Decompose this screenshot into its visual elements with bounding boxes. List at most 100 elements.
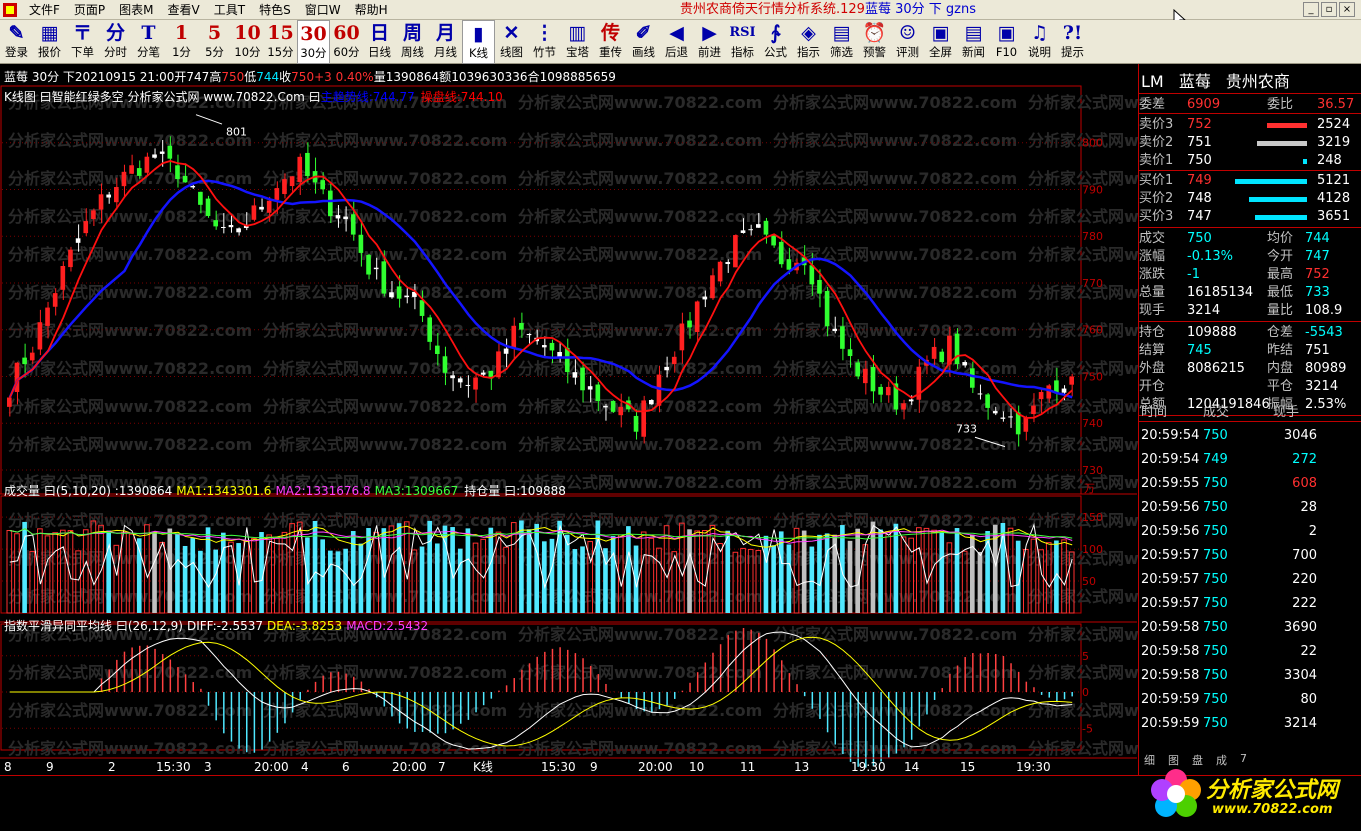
toolbar-bamboo-button[interactable]: ⋮ 竹节 <box>528 20 561 64</box>
toolbar-monthly-button[interactable]: 月月线 <box>429 20 462 64</box>
menu-item[interactable]: 查看V <box>161 0 207 20</box>
menu-item[interactable]: 特色S <box>252 0 298 20</box>
stat-row: 持仓 109888 仓差 -5543 <box>1139 324 1361 342</box>
toolbar-f10-button[interactable]: ▣ F10 <box>990 20 1023 64</box>
toolbar-label: 提示 <box>1061 45 1084 59</box>
menu-item[interactable]: 窗口W <box>298 0 348 20</box>
bid-row[interactable]: 买价1 749 5121 <box>1139 172 1361 190</box>
x-axis-label: 15:30 <box>541 760 576 774</box>
toolbar-tick-button[interactable]: T 分笔 <box>132 20 165 64</box>
restore-button[interactable]: ▫ <box>1321 2 1337 17</box>
app-logo-icon <box>3 3 17 17</box>
volume-bar <box>526 529 532 613</box>
toolbar-tips-button[interactable]: ?! 提示 <box>1056 20 1089 64</box>
toolbar-indicator-button[interactable]: RSI 指标 <box>726 20 759 64</box>
menu-item[interactable]: 页面P <box>67 0 112 20</box>
toolbar-intraday-button[interactable]: 分分时 <box>99 20 132 64</box>
watermark-text: 分析家公式网www.70822.com <box>263 207 507 226</box>
candle <box>954 328 960 369</box>
x-axis-label: 20:00 <box>392 760 427 774</box>
volume-bar <box>954 528 960 613</box>
volume-bar <box>335 551 341 613</box>
watermark-text: 分析家公式网www.70822.com <box>8 511 252 530</box>
chart-area[interactable]: 蓝莓 30分 下20210915 21:00开747高750低744收750+3… <box>0 64 1138 775</box>
book-volume: 3651 <box>1317 209 1351 224</box>
bid-row[interactable]: 买价2 748 4128 <box>1139 190 1361 208</box>
menu-item[interactable]: 工具T <box>207 0 252 20</box>
candle <box>511 317 517 359</box>
toolbar-alert-button[interactable]: ⏰ 预警 <box>858 20 891 64</box>
watermark-text: 分析家公式网www.70822.com <box>8 435 252 454</box>
watermark-text: 分析家公式网www.70822.com <box>518 283 762 302</box>
macd-y-tick: -5 <box>1082 722 1093 735</box>
toolbar-daily-button[interactable]: 日日线 <box>363 20 396 64</box>
toolbar-forward-button[interactable]: ▶ 前进 <box>693 20 726 64</box>
watermark-text: 分析家公式网www.70822.com <box>263 131 507 150</box>
logo-url: www.70822.com <box>1212 802 1333 817</box>
tick-volume: 80 <box>1300 692 1317 707</box>
close-button[interactable]: × <box>1339 2 1355 17</box>
bid-row[interactable]: 买价3 747 3651 <box>1139 208 1361 226</box>
toolbar-back-button[interactable]: ◀ 后退 <box>660 20 693 64</box>
toolbar-15min-button[interactable]: 15 15分 <box>264 20 297 64</box>
toolbar-line-chart-button[interactable]: ✕ 线图 <box>495 20 528 64</box>
toolbar-label: 重传 <box>599 45 622 59</box>
toolbar-label: 分笔 <box>137 45 160 59</box>
watermark-text: 分析家公式网www.70822.com <box>1028 663 1138 682</box>
toolbar-manual-button[interactable]: ♫ 说明 <box>1023 20 1056 64</box>
toolbar-formula-button[interactable]: ∱ 公式 <box>759 20 792 64</box>
site-logo: 分析家公式网 www.70822.com <box>1148 760 1348 824</box>
toolbar-order-button[interactable]: 〒下单 <box>66 20 99 64</box>
back-icon: ◀ <box>669 22 684 44</box>
volume-bar <box>419 546 425 613</box>
f10-icon: ▣ <box>997 22 1016 44</box>
x-axis-label: 3 <box>204 760 212 774</box>
candle <box>106 191 111 204</box>
stat-label: 内盘 <box>1267 361 1294 376</box>
toolbar-evaluate-button[interactable]: ☺ 评测 <box>891 20 924 64</box>
watermark-text: 分析家公式网www.70822.com <box>263 321 507 340</box>
stat-value: 3214 <box>1305 379 1339 394</box>
volume-bar <box>534 523 539 613</box>
volume-bar <box>312 520 318 613</box>
toolbar-fullscreen-button[interactable]: ▣ 全屏 <box>924 20 957 64</box>
volume-bar <box>381 528 387 613</box>
x-axis-label: 2 <box>108 760 116 774</box>
stat-row: 成交 750 均价 744 <box>1139 230 1361 248</box>
toolbar-kline-button[interactable]: ▮ K线 <box>462 20 495 64</box>
ask-row[interactable]: 卖价1 750 248 <box>1139 152 1361 170</box>
vol-ma1-label: MA1:1343301.6 <box>176 484 271 498</box>
x-axis-label: 7 <box>438 760 446 774</box>
toolbar-10min-button[interactable]: 10 10分 <box>231 20 264 64</box>
stat-label: 最低 <box>1267 285 1294 300</box>
stat-label: 外盘 <box>1139 361 1166 376</box>
volume-bar <box>427 520 432 613</box>
stat-value: 750 <box>1187 231 1212 246</box>
toolbar-1min-button[interactable]: 1 1分 <box>165 20 198 64</box>
toolbar-label: 后退 <box>665 45 688 59</box>
toolbar-30min-button[interactable]: 30 30分 <box>297 20 330 64</box>
minimize-button[interactable]: _ <box>1303 2 1319 17</box>
toolbar-tower-button[interactable]: ▥ 宝塔 <box>561 20 594 64</box>
dea-label: DEA:-3.8253 <box>267 619 342 633</box>
watermark-text: 分析家公式网www.70822.com <box>518 131 762 150</box>
toolbar-resend-button[interactable]: 传重传 <box>594 20 627 64</box>
toolbar-news-button[interactable]: ▤ 新闻 <box>957 20 990 64</box>
menu-item[interactable]: 文件F <box>22 0 67 20</box>
toolbar-label: 月线 <box>434 45 457 59</box>
toolbar-quote-button[interactable]: ▦ 报价 <box>33 20 66 64</box>
toolbar-60min-button[interactable]: 60 60分 <box>330 20 363 64</box>
draw-icon: ✐ <box>635 22 652 44</box>
candle <box>939 348 945 364</box>
toolbar-draw-button[interactable]: ✐ 画线 <box>627 20 660 64</box>
book-volume-bar <box>1257 141 1307 146</box>
toolbar-5min-button[interactable]: 5 5分 <box>198 20 231 64</box>
toolbar-signal-button[interactable]: ◈ 指示 <box>792 20 825 64</box>
toolbar-login-button[interactable]: ✎ 登录 <box>0 20 33 64</box>
menu-item[interactable]: 图表M <box>112 0 160 20</box>
menu-item[interactable]: 帮助H <box>348 0 395 20</box>
ask-row[interactable]: 卖价3 752 2524 <box>1139 116 1361 134</box>
ask-row[interactable]: 卖价2 751 3219 <box>1139 134 1361 152</box>
toolbar-filter-button[interactable]: ▤ 筛选 <box>825 20 858 64</box>
toolbar-weekly-button[interactable]: 周周线 <box>396 20 429 64</box>
